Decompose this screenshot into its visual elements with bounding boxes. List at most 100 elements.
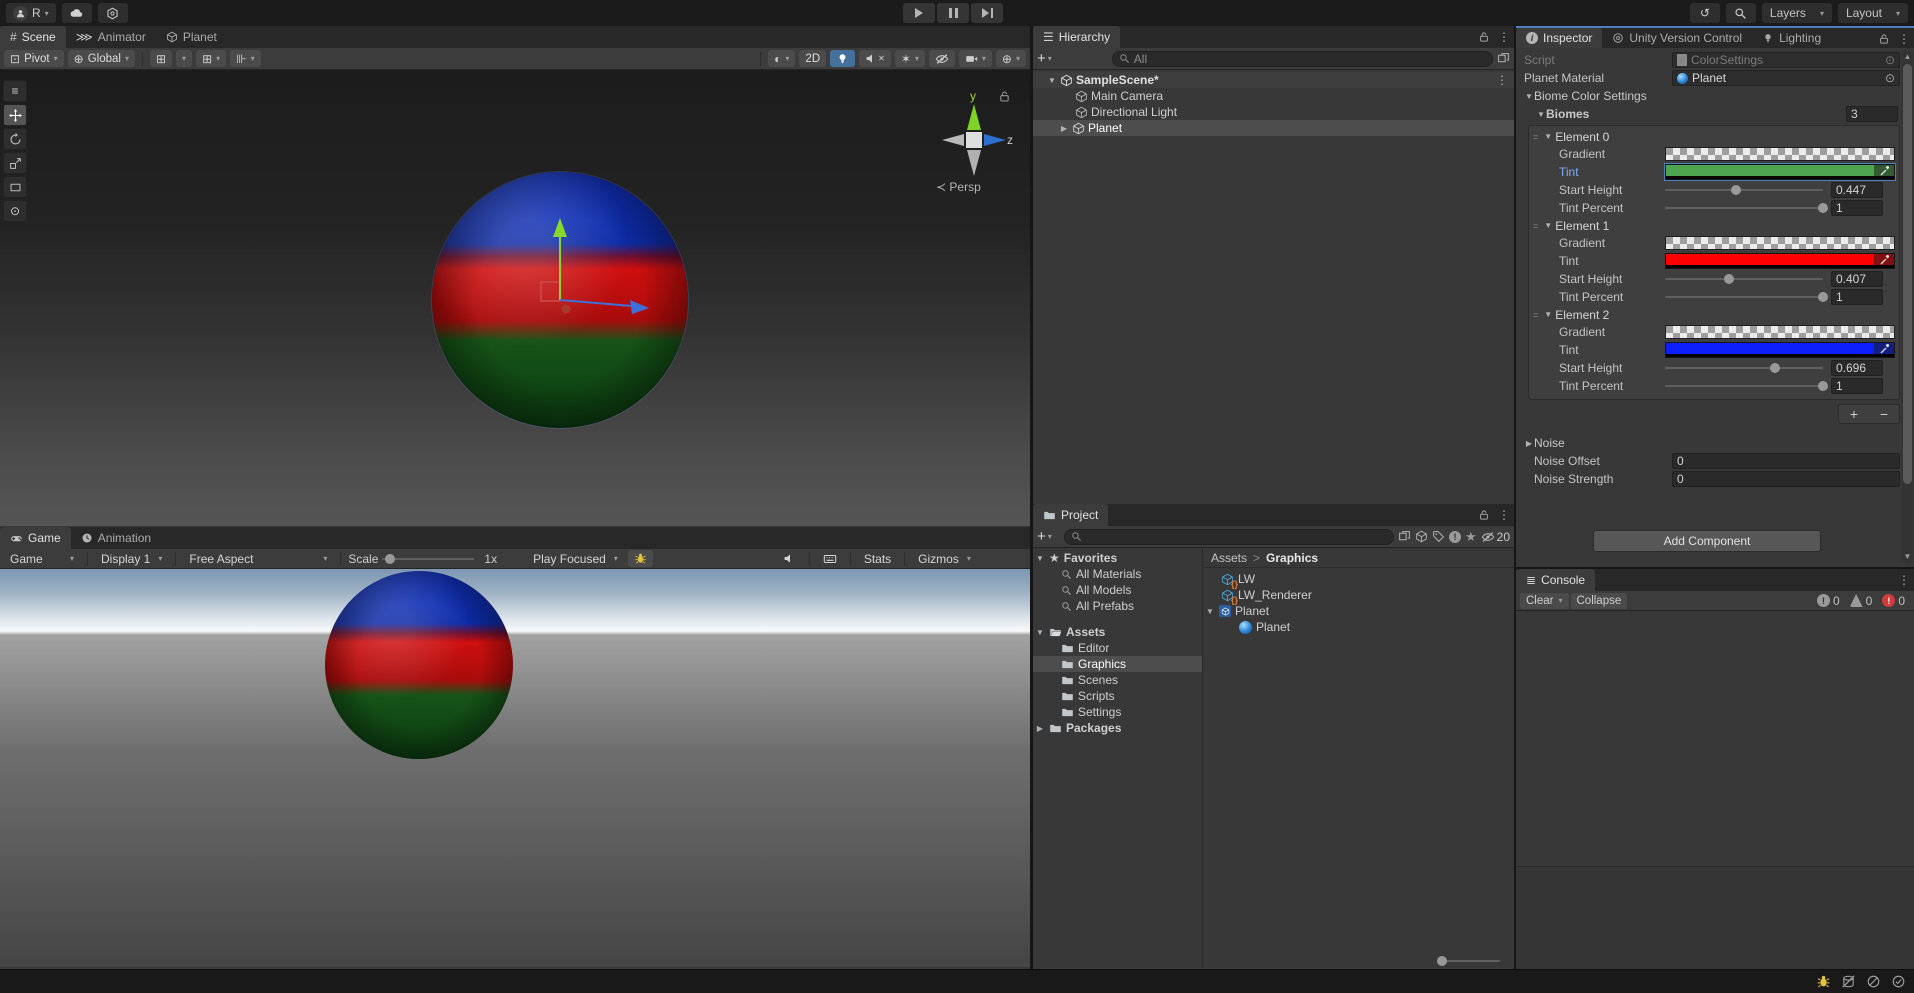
display-dropdown[interactable]: Display 1 ▾: [95, 550, 168, 567]
tint-color-field[interactable]: [1664, 163, 1896, 181]
kebab-menu-icon[interactable]: ⋮: [1498, 508, 1510, 522]
scene-lighting-toggle[interactable]: [830, 50, 856, 67]
create-object-button[interactable]: + ▾: [1037, 50, 1052, 67]
kebab-menu-icon[interactable]: ⋮: [1496, 73, 1508, 87]
drag-handle-icon[interactable]: =: [1533, 221, 1539, 231]
scrollbar-thumb[interactable]: [1903, 64, 1912, 484]
object-picker-icon[interactable]: ⊙: [1885, 71, 1895, 85]
scroll-down-icon[interactable]: ▼: [1902, 552, 1913, 561]
game-mode-dropdown[interactable]: Game ▾: [4, 550, 80, 567]
tab-inspector[interactable]: i Inspector: [1516, 28, 1603, 48]
tab-hierarchy[interactable]: ☰ Hierarchy: [1033, 26, 1121, 48]
left-axis-cone[interactable]: [942, 134, 964, 146]
scroll-up-icon[interactable]: ▲: [1902, 52, 1913, 61]
open-search-window-icon[interactable]: [1497, 52, 1510, 65]
favorite-all-models[interactable]: All Models: [1033, 582, 1202, 598]
clear-button[interactable]: Clear ▾: [1520, 592, 1569, 609]
folder-graphics[interactable]: Graphics: [1033, 656, 1202, 672]
file-lw[interactable]: {} LW: [1203, 571, 1514, 589]
error-count-badge[interactable]: ! 0: [1877, 594, 1910, 608]
lock-icon[interactable]: [1878, 33, 1890, 45]
tint-percent-slider[interactable]: [1665, 381, 1828, 391]
tint-percent-value[interactable]: 1: [1831, 378, 1883, 394]
kebab-menu-icon[interactable]: ⋮: [1498, 30, 1510, 44]
2d-toggle[interactable]: 2D: [799, 50, 827, 67]
foldout-closed-icon[interactable]: ▶: [1035, 724, 1045, 733]
folder-scripts[interactable]: Scripts: [1033, 688, 1202, 704]
foldout-open-icon[interactable]: ▼: [1047, 76, 1057, 85]
favorite-all-materials[interactable]: All Materials: [1033, 566, 1202, 582]
tint-percent-value[interactable]: 1: [1831, 289, 1883, 305]
script-object-field[interactable]: # ColorSettings ⊙: [1672, 52, 1900, 68]
eyedropper-button[interactable]: [1874, 254, 1894, 265]
drag-handle-icon[interactable]: =: [1533, 132, 1539, 142]
foldout-closed-icon[interactable]: ▶: [1059, 124, 1069, 133]
pause-button[interactable]: [937, 3, 969, 23]
noise-strength-field[interactable]: 0: [1672, 471, 1900, 487]
remove-element-button[interactable]: −: [1869, 405, 1899, 423]
file-planet-material[interactable]: Planet: [1203, 619, 1514, 635]
element-1-header[interactable]: = ▼ Element 1: [1533, 217, 1895, 234]
file-lw-renderer[interactable]: {} LW_Renderer: [1203, 587, 1514, 605]
debugger-bug-icon[interactable]: [1816, 974, 1831, 989]
hierarchy-row-scene[interactable]: ▼ SampleScene* ⋮: [1033, 72, 1514, 88]
game-audio-toggle[interactable]: [777, 550, 802, 567]
noise-foldout[interactable]: ▶ Noise: [1524, 434, 1900, 452]
persp-toggle[interactable]: ≺ Persp: [936, 180, 981, 194]
material-object-field[interactable]: Planet ⊙: [1672, 70, 1900, 86]
folder-editor[interactable]: Editor: [1033, 640, 1202, 656]
shading-mode-dropdown[interactable]: ◐ ▾: [768, 50, 796, 67]
lock-icon[interactable]: [1478, 509, 1490, 521]
kebab-menu-icon[interactable]: ⋮: [1898, 32, 1910, 46]
foldout-open-icon[interactable]: ▼: [1205, 607, 1215, 616]
hidden-count-toggle[interactable]: 20: [1481, 530, 1510, 544]
tab-animator[interactable]: ⋙ Animator: [66, 26, 156, 48]
foldout-open-icon[interactable]: ▼: [1035, 628, 1045, 637]
tab-animation[interactable]: Animation: [71, 527, 161, 549]
bottom-axis-cone[interactable]: [967, 150, 981, 176]
import-log-icon[interactable]: !: [1448, 530, 1461, 543]
tab-scene[interactable]: # Scene: [0, 26, 66, 48]
game-gizmos-dropdown[interactable]: Gizmos ▾: [912, 550, 977, 567]
cloud-services-button[interactable]: [61, 3, 92, 23]
rotate-tool-button[interactable]: [3, 128, 27, 150]
favorites-star-icon[interactable]: ★: [1465, 529, 1477, 545]
tab-lighting[interactable]: Lighting: [1752, 28, 1831, 48]
scale-tool-button[interactable]: [3, 152, 27, 174]
scene-audio-toggle[interactable]: ✕: [859, 50, 891, 67]
biome-color-settings-foldout[interactable]: ▼ Biome Color Settings: [1524, 87, 1900, 105]
tint-color-field[interactable]: [1665, 342, 1895, 358]
drag-handle-icon[interactable]: =: [1533, 310, 1539, 320]
add-component-button[interactable]: Add Component: [1593, 530, 1821, 552]
assets-root-row[interactable]: ▼ Assets: [1033, 624, 1202, 640]
layout-dropdown[interactable]: Layout ▾: [1837, 3, 1908, 23]
plastic-scm-button[interactable]: [97, 3, 128, 23]
start-height-slider[interactable]: [1665, 185, 1823, 195]
object-picker-icon[interactable]: ⊙: [1885, 53, 1895, 67]
play-focused-dropdown[interactable]: Play Focused ▾: [527, 550, 624, 567]
tab-project[interactable]: Project: [1033, 504, 1109, 526]
account-button[interactable]: R ▾: [6, 3, 56, 23]
undo-history-button[interactable]: ↺: [1689, 3, 1720, 23]
code-optimization-icon[interactable]: [1866, 974, 1881, 989]
global-dropdown[interactable]: ⊕ Global ▾: [67, 50, 135, 67]
hierarchy-row-planet[interactable]: ▶ Planet: [1033, 120, 1514, 136]
search-by-type-icon[interactable]: [1415, 530, 1428, 543]
grid-snap-dropdown[interactable]: ▾: [176, 50, 193, 67]
grid-snap-toggle[interactable]: ⊞: [149, 50, 173, 67]
pivot-dropdown[interactable]: ⊡ Pivot ▾: [4, 50, 64, 67]
snap-increment-dropdown[interactable]: ⊪ ▾: [230, 50, 261, 67]
tab-version-control[interactable]: Unity Version Control: [1602, 28, 1752, 48]
tab-console[interactable]: ≣ Console: [1516, 569, 1596, 591]
orientation-gizmo[interactable]: y z: [930, 88, 1016, 184]
start-height-slider[interactable]: [1665, 363, 1823, 373]
folder-scenes[interactable]: Scenes: [1033, 672, 1202, 688]
start-height-value[interactable]: 0.447: [1831, 182, 1883, 198]
start-height-slider[interactable]: [1665, 274, 1823, 284]
breadcrumb-current[interactable]: Graphics: [1266, 551, 1318, 565]
debug-button[interactable]: [627, 550, 653, 567]
overlay-menu-button[interactable]: ≡: [3, 80, 27, 102]
aspect-dropdown[interactable]: Free Aspect ▾: [183, 550, 333, 567]
step-button[interactable]: [971, 3, 1003, 23]
lock-icon[interactable]: [1000, 91, 1009, 102]
